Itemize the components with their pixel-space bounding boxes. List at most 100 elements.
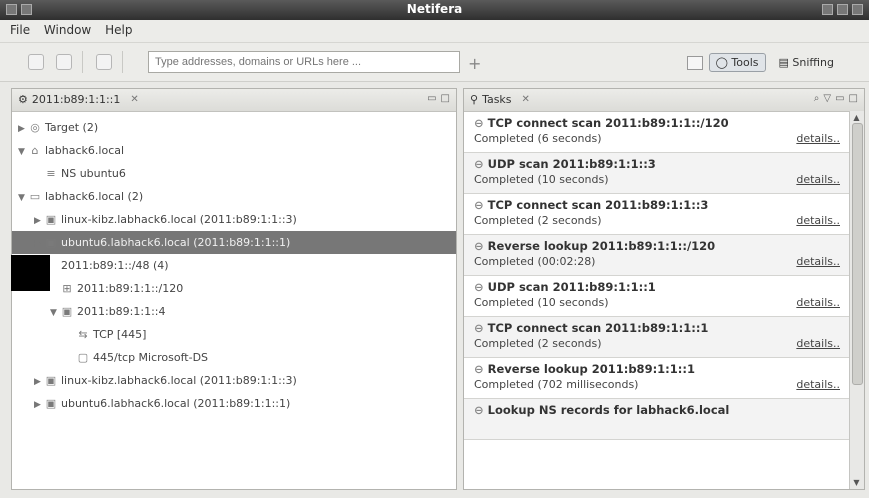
domain-icon: ⌂ xyxy=(31,144,39,157)
minimize-panel-icon[interactable]: ▭ xyxy=(427,93,436,104)
perspective-switcher: ◯ Tools ▤ Sniffing xyxy=(686,53,842,72)
tasks-panel-controls: ⌕ ▽ ▭ □ xyxy=(814,93,858,104)
toolbar-separator xyxy=(122,51,123,73)
close-tasks-icon[interactable]: ✕ xyxy=(522,94,530,105)
expand-icon[interactable]: ▶ xyxy=(18,118,28,141)
scroll-thumb[interactable] xyxy=(852,123,863,385)
tree-row-label: ubuntu6.labhack6.local (2011:b89:1:1::1) xyxy=(61,397,291,410)
expand-icon[interactable]: ▶ xyxy=(34,371,44,394)
scroll-down-icon[interactable]: ▼ xyxy=(851,477,862,488)
tree-row[interactable]: ▶ ▣ ubuntu6.labhack6.local (2011:b89:1:1::… xyxy=(12,392,456,415)
view-menu-icon[interactable]: ▽ xyxy=(823,93,831,104)
entity-tree: ▶ ◎ Target (2) ▼ ⌂ labhack6.local ≡ NS ubuntu6 ▼… xyxy=(12,112,456,415)
menu-help[interactable]: Help xyxy=(105,23,132,37)
tree-row[interactable]: ▶ ▣ linux-kibz.labhack6.local (2011:b89:1:… xyxy=(12,369,456,392)
expand-icon[interactable]: ▶ xyxy=(34,394,44,417)
tree-row[interactable]: ⇆ TCP [445] xyxy=(12,323,456,346)
task-list: ⊖ TCP connect scan 2011:b89:1:1::/120Com… xyxy=(464,112,850,440)
task-status: Completed (702 milliseconds) xyxy=(474,378,639,391)
task-item: ⊖ TCP connect scan 2011:b89:1:1::3 Comple… xyxy=(464,194,850,235)
tools-icon: ◯ xyxy=(715,56,732,69)
task-details-link[interactable]: details.. xyxy=(796,255,840,268)
task-title-text: Reverse lookup 2011:b89:1:1::1 xyxy=(487,362,695,376)
task-title-text: TCP connect scan 2011:b89:1:1::1 xyxy=(487,321,709,335)
collapse-icon[interactable]: ▼ xyxy=(18,141,28,164)
open-icon[interactable] xyxy=(28,54,44,70)
tools-tab[interactable]: ◯ Tools xyxy=(708,53,766,72)
entity-tree-tab[interactable]: ⚙ 2011:b89:1:1::1 ✕ xyxy=(18,93,139,106)
host-icon: ▣ xyxy=(45,374,57,387)
task-details-link[interactable]: details.. xyxy=(796,132,840,145)
task-bullet-icon: ⊖ xyxy=(474,362,488,376)
task-bullet-icon: ⊖ xyxy=(474,116,488,130)
tree-row[interactable]: ≡ NS ubuntu6 xyxy=(12,162,456,185)
tree-row-label: labhack6.local xyxy=(45,144,125,157)
task-bullet-icon: ⊖ xyxy=(474,321,488,335)
tree-row-label: 2011:b89:1::/48 (4) xyxy=(61,259,169,272)
close-tab-icon[interactable]: ✕ xyxy=(130,94,138,105)
service-icon: ▢ xyxy=(77,351,89,364)
open-perspective-icon[interactable] xyxy=(686,55,703,70)
task-item: ⊖ TCP connect scan 2011:b89:1:1::/120Com… xyxy=(464,112,850,153)
task-status: Completed (10 seconds) xyxy=(474,173,609,186)
minimize-tasks-icon[interactable]: ▭ xyxy=(835,93,844,104)
tree-row[interactable]: ▼ ▭ labhack6.local (2) xyxy=(12,185,456,208)
tree-row-label: 2011:b89:1:1::/120 xyxy=(77,282,184,295)
minimize-icon[interactable] xyxy=(822,4,833,15)
window-titlebar: Netifera xyxy=(0,0,869,20)
add-target-icon[interactable]: + xyxy=(468,54,481,73)
maximize-panel-icon[interactable]: □ xyxy=(441,93,450,104)
maximize-icon[interactable] xyxy=(837,4,848,15)
expand-icon[interactable]: ▶ xyxy=(34,233,44,256)
scroll-up-icon[interactable]: ▲ xyxy=(851,112,862,123)
task-bullet-icon: ⊖ xyxy=(474,239,488,253)
host-icon: ▣ xyxy=(45,236,57,249)
collapse-icon[interactable]: ▼ xyxy=(50,302,60,325)
tree-row[interactable]: ▼ ▣ 2011:b89:1:1::4 xyxy=(12,300,456,323)
clear-tasks-icon[interactable]: ⌕ xyxy=(814,93,820,104)
task-details-link[interactable]: details.. xyxy=(796,214,840,227)
menubar: File Window Help xyxy=(0,20,869,43)
task-status: Completed (00:02:28) xyxy=(474,255,596,268)
close-icon[interactable] xyxy=(852,4,863,15)
task-details-link[interactable]: details.. xyxy=(796,296,840,309)
task-details-link[interactable]: details.. xyxy=(796,337,840,350)
tree-row-label: NS ubuntu6 xyxy=(61,167,126,180)
task-title-text: TCP connect scan 2011:b89:1:1::/120 xyxy=(487,116,729,130)
window-controls xyxy=(822,4,863,15)
tree-row[interactable]: ▶ ▣ ubuntu6.labhack6.local (2011:b89:1:1::… xyxy=(12,231,456,254)
task-title: ⊖ Lookup NS records for labhack6.local xyxy=(474,403,840,417)
sniffing-tab[interactable]: ▤ Sniffing xyxy=(772,53,842,72)
tasks-tab[interactable]: ⚲ Tasks ✕ xyxy=(470,93,530,106)
collapse-icon[interactable]: ▼ xyxy=(18,187,28,210)
tree-row[interactable]: ▶ ▣ linux-kibz.labhack6.local (2011:b89:1:… xyxy=(12,208,456,231)
save-icon[interactable] xyxy=(56,54,72,70)
task-details-link[interactable]: details.. xyxy=(796,378,840,391)
tree-row[interactable]: ▶ ◎ Target (2) xyxy=(12,116,456,139)
task-status-line: Completed (6 seconds) details.. xyxy=(474,132,840,145)
tree-row[interactable]: ▢ 445/tcp Microsoft-DS xyxy=(12,346,456,369)
tree-row[interactable]: 2011:b89:1::/48 (4) xyxy=(12,254,456,277)
redaction-box xyxy=(11,255,50,291)
tasks-scrollbar[interactable]: ▲ ▼ xyxy=(849,111,864,489)
tree-row[interactable]: ⊞ 2011:b89:1:1::/120 xyxy=(12,277,456,300)
tree-row[interactable]: ▼ ⌂ labhack6.local xyxy=(12,139,456,162)
menu-window[interactable]: Window xyxy=(44,23,91,37)
address-input[interactable] xyxy=(148,51,460,73)
menu-file[interactable]: File xyxy=(10,23,30,37)
task-status: Completed (2 seconds) xyxy=(474,337,602,350)
expand-icon[interactable]: ▶ xyxy=(34,210,44,233)
tree-row-label: linux-kibz.labhack6.local (2011:b89:1:1:… xyxy=(61,213,297,226)
task-status-line: Completed (00:02:28) details.. xyxy=(474,255,840,268)
toolbar: + ◯ Tools ▤ Sniffing xyxy=(0,43,869,82)
new-space-icon[interactable] xyxy=(96,54,112,70)
sniffing-icon: ▤ xyxy=(778,56,793,69)
task-status: Completed (6 seconds) xyxy=(474,132,602,145)
task-details-link[interactable]: details.. xyxy=(796,173,840,186)
task-title-text: UDP scan 2011:b89:1:1::1 xyxy=(487,280,656,294)
maximize-tasks-icon[interactable]: □ xyxy=(849,93,858,104)
task-item: ⊖ Lookup NS records for labhack6.local xyxy=(464,399,850,440)
task-item: ⊖ UDP scan 2011:b89:1:1::3 Completed (10 … xyxy=(464,153,850,194)
host-icon: ▣ xyxy=(45,213,57,226)
task-status-line: Completed (10 seconds) details.. xyxy=(474,173,840,186)
